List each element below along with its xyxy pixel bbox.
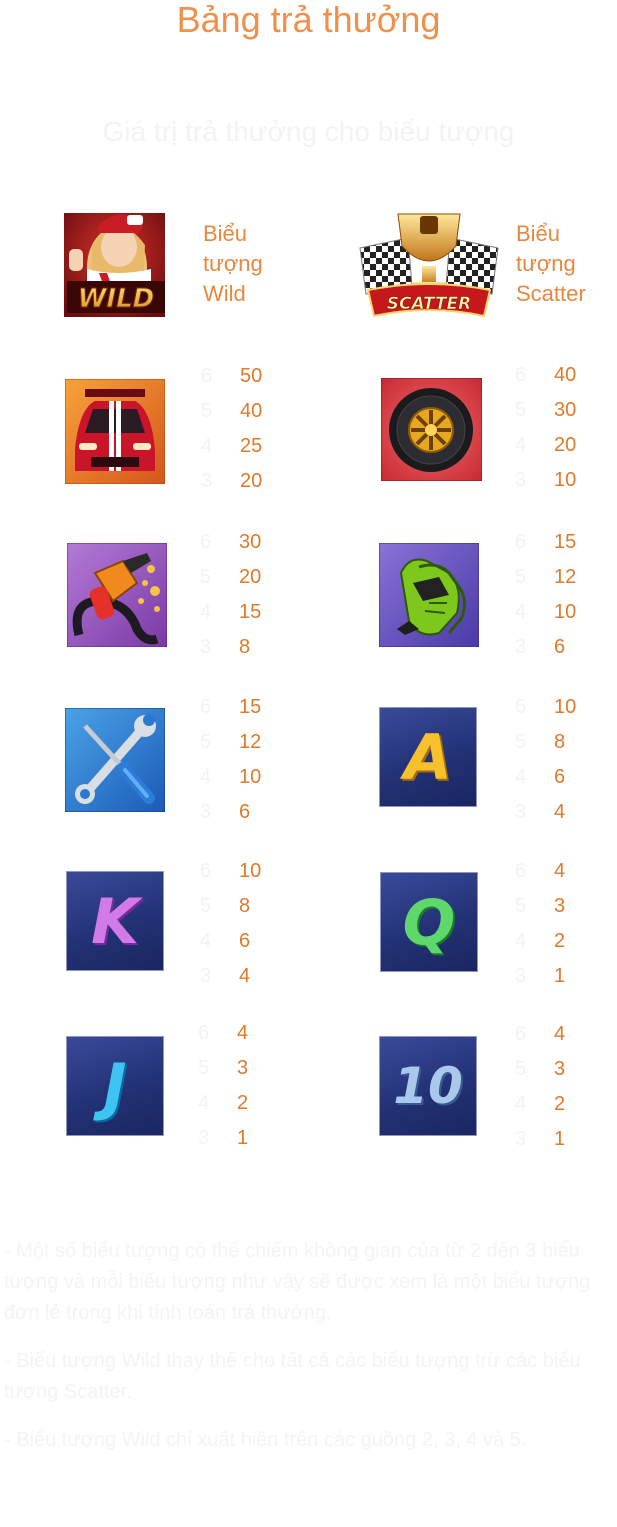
page-title: Bảng trả thưởng bbox=[176, 0, 441, 40]
k-payouts: 10 8 6 4 bbox=[239, 860, 262, 987]
rule-note: - Một số biểu tượng có thể chiếm không g… bbox=[4, 1240, 591, 1324]
q-payouts: 4321 bbox=[554, 860, 566, 987]
car-counts: 6543 bbox=[201, 365, 213, 492]
svg-text:WILD: WILD bbox=[78, 284, 155, 314]
j-counts: 6543 bbox=[198, 1022, 210, 1149]
ten-payouts: 4321 bbox=[554, 1023, 566, 1150]
ten-counts: 6543 bbox=[515, 1023, 527, 1150]
fuel-counts: 6543 bbox=[200, 531, 212, 658]
gloves-counts: 6543 bbox=[515, 531, 527, 658]
gloves-payouts: 15 12 10 6 bbox=[554, 531, 577, 658]
wild-label: Biểu tượng Wild bbox=[203, 221, 263, 306]
j-payouts: 4321 bbox=[237, 1022, 249, 1149]
fuel-payouts: 30 20 15 8 bbox=[239, 531, 262, 658]
tools-counts: 6543 bbox=[200, 696, 212, 823]
svg-text:SCATTER: SCATTER bbox=[387, 294, 472, 314]
rules-notes: - Một số biểu tượng có thể chiếm không g… bbox=[4, 1236, 616, 1473]
a-payouts: 10 8 6 4 bbox=[554, 696, 577, 823]
letter-k-icon: K bbox=[66, 871, 164, 971]
rule-note: - Biểu tượng Wild chỉ xuất hiện trên các… bbox=[4, 1429, 527, 1451]
q-counts: 6543 bbox=[515, 860, 527, 987]
tire-counts: 6543 bbox=[515, 364, 527, 491]
k-counts: 6543 bbox=[200, 860, 212, 987]
car-icon bbox=[65, 379, 165, 484]
fuel-nozzle-icon bbox=[67, 543, 167, 647]
letter-q-icon: Q bbox=[380, 872, 478, 972]
scatter-trophy-icon: SCATTER bbox=[358, 204, 500, 322]
rule-note: - Biểu tượng Wild thay thế cho tất cả cá… bbox=[4, 1350, 581, 1403]
tools-payouts: 15 12 10 6 bbox=[239, 696, 262, 823]
a-counts: 6543 bbox=[515, 696, 527, 823]
tire-icon bbox=[381, 378, 482, 481]
letter-a-icon: A bbox=[379, 707, 477, 807]
gloves-icon bbox=[379, 543, 479, 647]
scatter-label: Biểu tượng Scatter bbox=[516, 221, 586, 306]
letter-j-icon: J bbox=[66, 1036, 164, 1136]
tire-payouts: 40 30 20 10 bbox=[554, 364, 577, 491]
wrench-screwdriver-icon bbox=[65, 708, 165, 812]
section-subtitle: Giá trị trả thưởng cho biểu tượng bbox=[102, 116, 515, 147]
car-payouts: 50 40 25 20 bbox=[240, 365, 263, 492]
number-10-icon: 10 bbox=[379, 1036, 477, 1136]
wild-symbol-icon: WILD bbox=[47, 197, 167, 319]
